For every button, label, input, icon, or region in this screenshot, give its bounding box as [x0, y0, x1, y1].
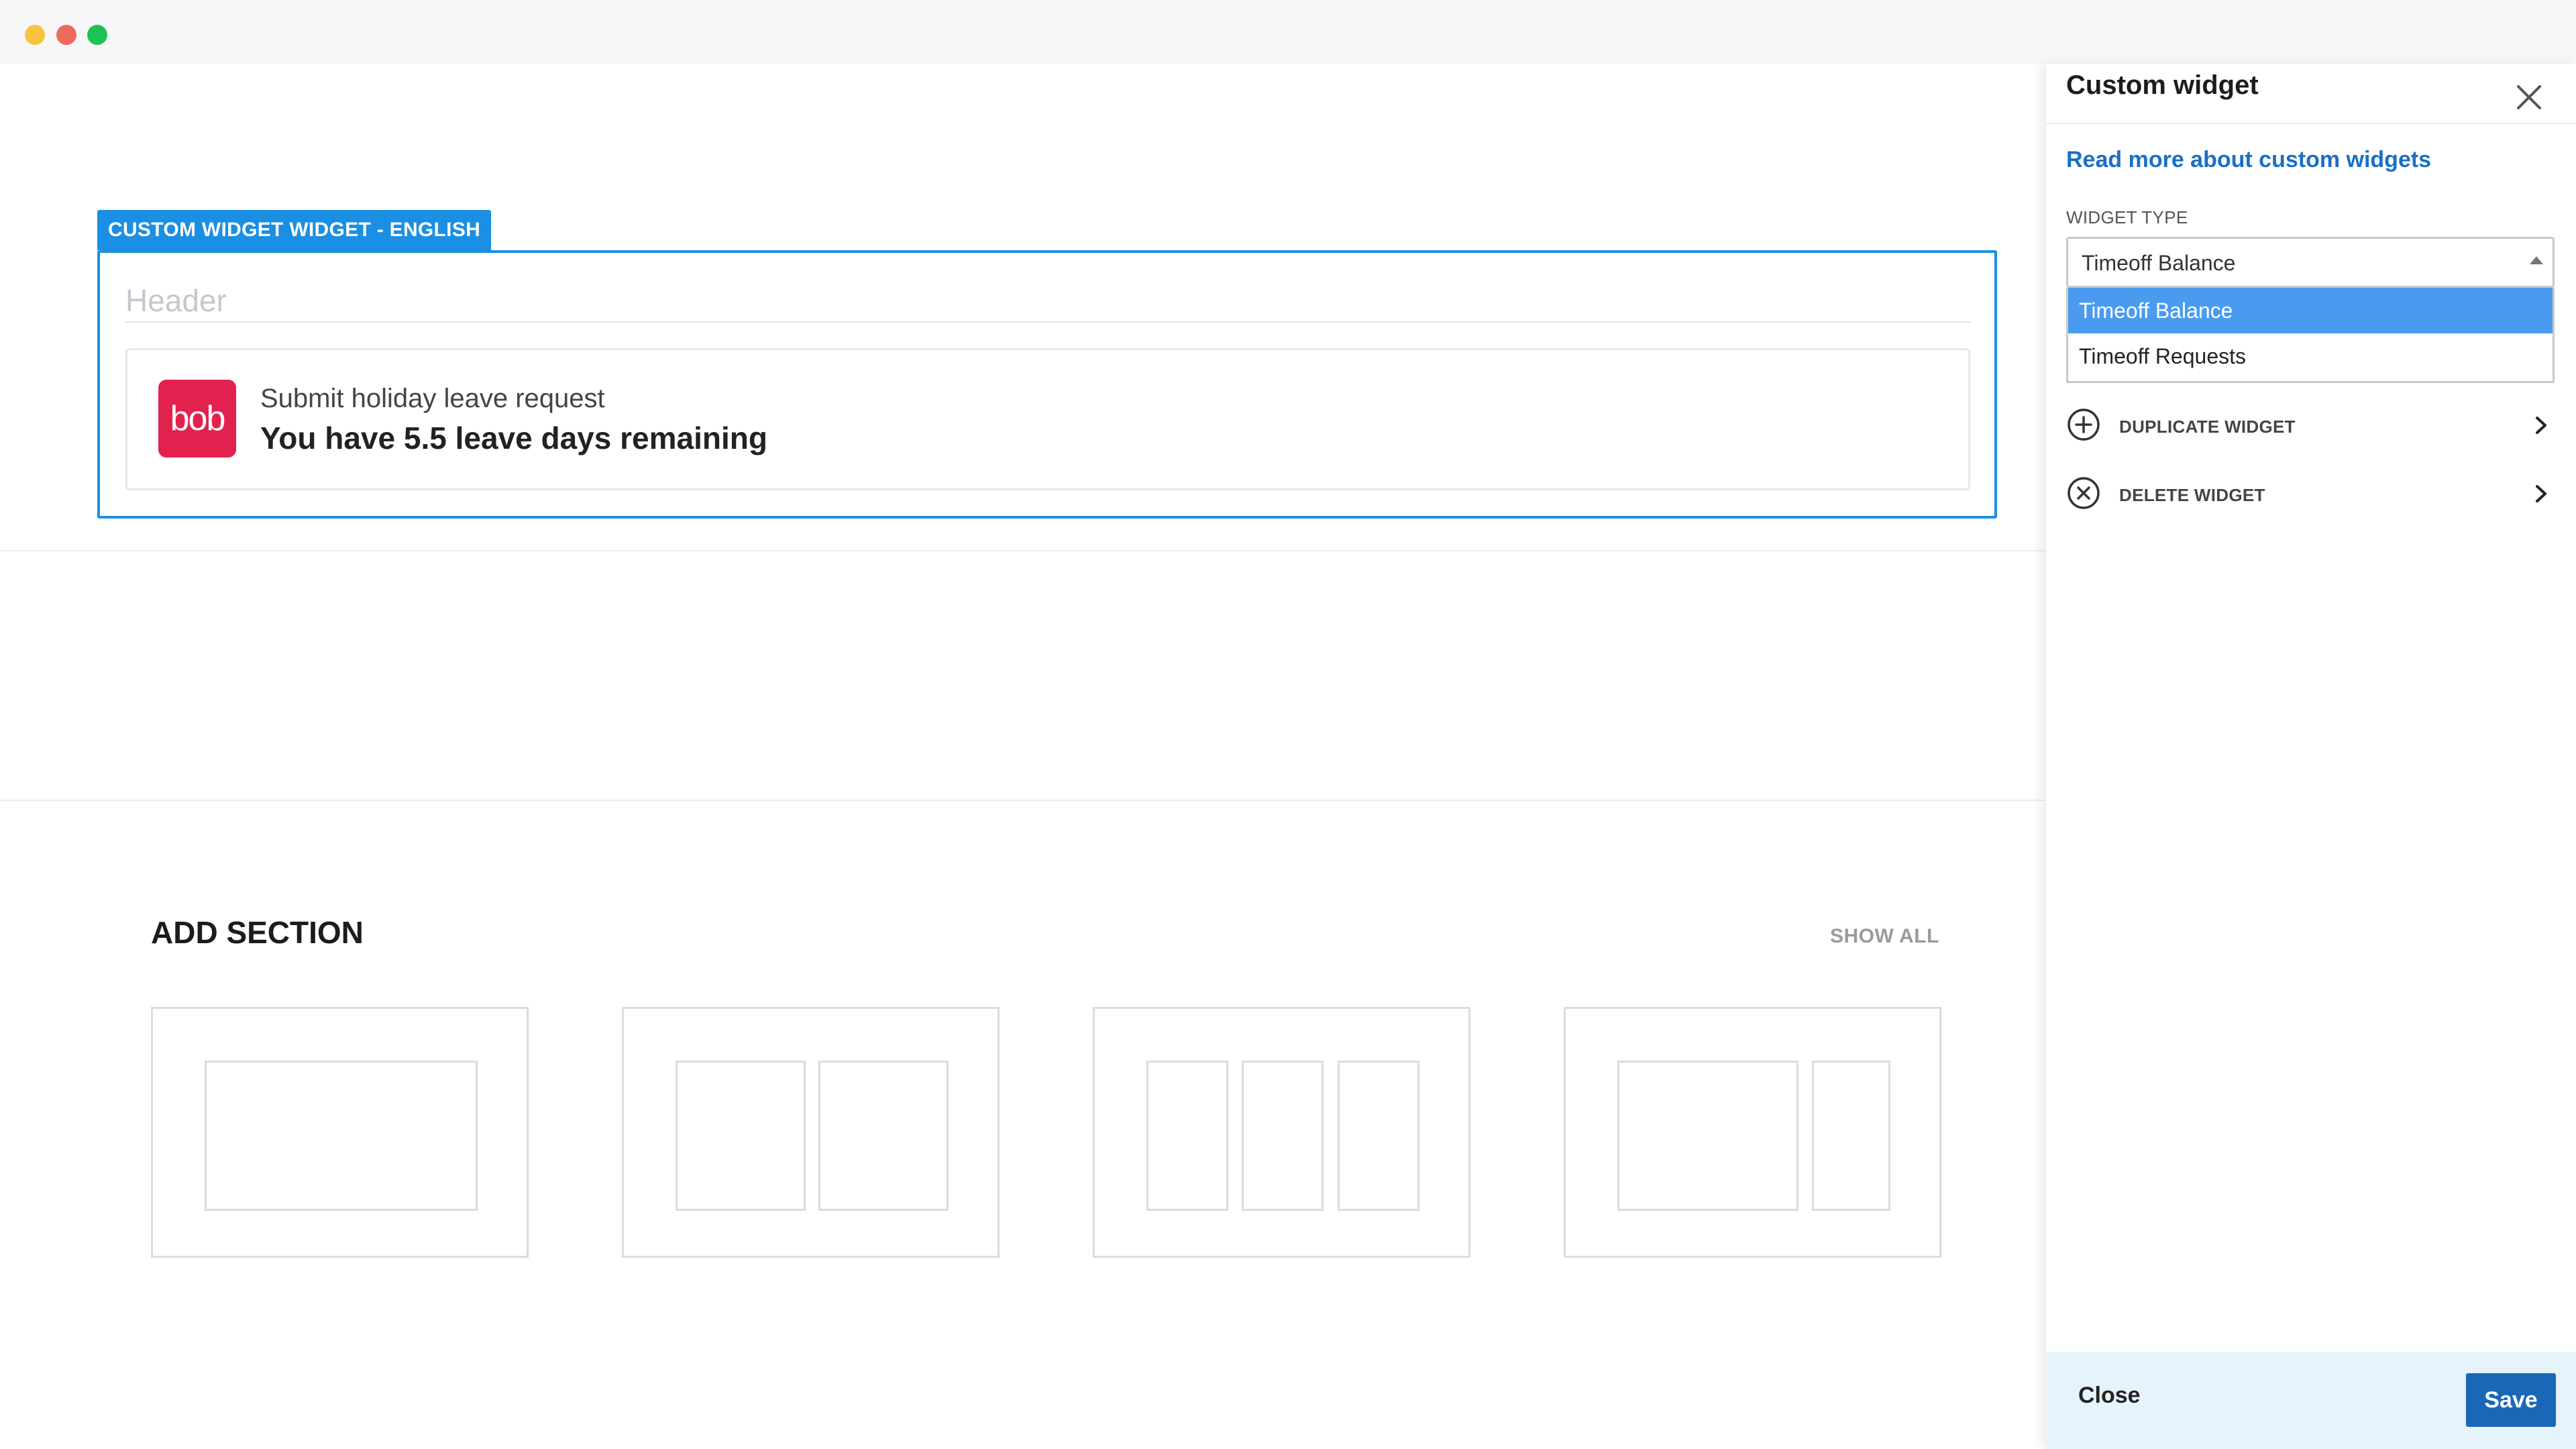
layout-column [818, 1061, 949, 1211]
widget-type-select[interactable]: Timeoff Balance [2066, 237, 2555, 288]
leave-request-card[interactable]: bob Submit holiday leave request You hav… [125, 348, 1970, 490]
maximize-window-button[interactable] [87, 25, 107, 45]
layout-column [1146, 1061, 1228, 1211]
layout-column [1338, 1061, 1419, 1211]
close-icon[interactable] [2509, 77, 2549, 117]
layout-column [676, 1061, 806, 1211]
plus-circle-icon [2068, 409, 2100, 441]
duplicate-widget-label: DUPLICATE WIDGET [2119, 417, 2296, 437]
x-circle-icon [2068, 477, 2100, 509]
layout-option-one-column[interactable] [151, 1007, 529, 1258]
layout-option-two-column[interactable] [622, 1007, 1000, 1258]
add-section-title: ADD SECTION [151, 915, 364, 950]
editor-canvas: CUSTOM WIDGET WIDGET - ENGLISH Header bo… [0, 64, 2046, 1449]
delete-widget-button[interactable]: DELETE WIDGET [2066, 476, 2556, 516]
chevron-right-icon [2536, 485, 2546, 502]
layout-option-wide-narrow[interactable] [1564, 1007, 1941, 1258]
close-window-button[interactable] [56, 25, 76, 45]
widget-type-label: WIDGET TYPE [2066, 207, 2188, 227]
duplicate-widget-button[interactable]: DUPLICATE WIDGET [2066, 407, 2556, 447]
widget-tag[interactable]: CUSTOM WIDGET WIDGET - ENGLISH [97, 210, 492, 250]
layout-option-three-column[interactable] [1093, 1007, 1470, 1258]
custom-widget[interactable]: Header bob Submit holiday leave request … [97, 250, 1997, 519]
custom-widget-panel: Custom widget Read more about custom wid… [2046, 64, 2576, 1449]
chevron-right-icon [2536, 417, 2546, 434]
show-all-link[interactable]: SHOW ALL [1830, 925, 1939, 948]
panel-divider [2046, 123, 2576, 124]
panel-title: Custom widget [2066, 70, 2259, 100]
section-divider [0, 800, 2046, 801]
read-more-link[interactable]: Read more about custom widgets [2066, 147, 2431, 173]
option-timeoff-requests[interactable]: Timeoff Requests [2068, 333, 2553, 379]
layout-column [1812, 1061, 1890, 1211]
widget-header-placeholder[interactable]: Header [125, 282, 1970, 323]
close-button[interactable]: Close [2078, 1383, 2141, 1409]
delete-widget-label: DELETE WIDGET [2119, 485, 2265, 505]
card-subtitle: Submit holiday leave request [260, 384, 605, 413]
widget-type-value: Timeoff Balance [2082, 251, 2236, 275]
section-divider [0, 550, 2046, 551]
widget-type-dropdown: Timeoff Balance Timeoff Requests [2066, 288, 2555, 383]
layout-column [205, 1061, 478, 1211]
layout-column [1242, 1061, 1324, 1211]
chevron-up-icon [2530, 256, 2543, 264]
save-button[interactable]: Save [2466, 1373, 2556, 1427]
minimize-window-button[interactable] [25, 25, 45, 45]
panel-footer: Close Save [2046, 1352, 2576, 1449]
option-timeoff-balance[interactable]: Timeoff Balance [2068, 288, 2553, 333]
layout-column [1617, 1061, 1799, 1211]
bob-logo: bob [158, 380, 236, 458]
card-title: You have 5.5 leave days remaining [260, 421, 767, 455]
window-titlebar [0, 0, 2576, 64]
